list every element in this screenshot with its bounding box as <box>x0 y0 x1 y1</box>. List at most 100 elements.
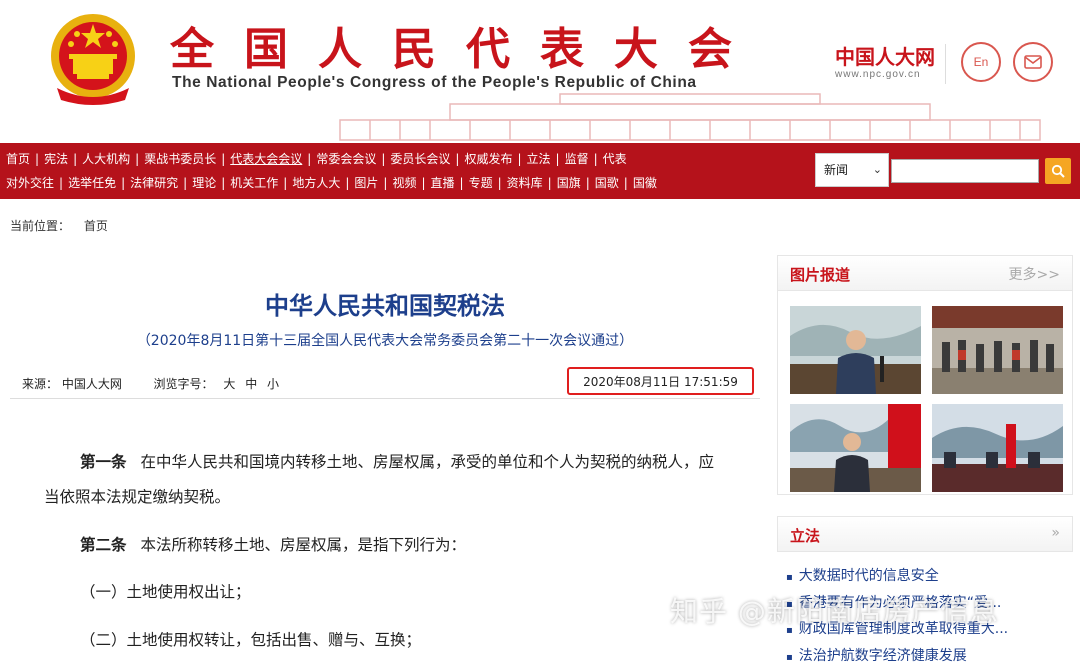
photo-report-header: 图片报道 更多>> <box>778 256 1072 291</box>
nav-separator: | <box>73 152 77 166</box>
nav-row-1: 首页 | 宪法 | 人大机构 | 栗战书委员长 | 代表大会会议 | 常委会会议 | 委员长会议 | 权威发… <box>6 151 627 167</box>
article-title: 中华人民共和国契税法 <box>0 286 770 321</box>
font-size-medium[interactable]: 中 <box>245 377 257 391</box>
nav-item[interactable]: 选举任免 <box>68 176 116 190</box>
great-hall-illustration <box>330 92 1050 142</box>
national-emblem-icon <box>47 10 139 106</box>
mail-button[interactable] <box>1013 42 1053 82</box>
nav-separator: | <box>460 176 464 190</box>
nav-separator: | <box>381 152 385 166</box>
news-list-item[interactable]: ▪ 大数据时代的信息安全 <box>786 564 1064 591</box>
npc-logo-text: 中国人大网 <box>835 46 935 68</box>
nav-item[interactable]: 视频 <box>392 176 416 190</box>
nav-item[interactable]: 栗战书委员长 <box>144 152 216 166</box>
nav-separator: | <box>586 176 590 190</box>
article-paragraph-3: （一）土地使用权出让； <box>80 575 760 610</box>
nav-item[interactable]: 资料库 <box>507 176 543 190</box>
english-version-button[interactable]: En <box>961 42 1001 82</box>
nav-item[interactable]: 立法 <box>527 152 551 166</box>
nav-separator: | <box>221 152 225 166</box>
breadcrumb: 当前位置： 首页 <box>10 217 108 234</box>
nav-item[interactable]: 图片 <box>354 176 378 190</box>
article-clause-1: 第一条 <box>80 452 127 471</box>
nav-separator: | <box>59 176 63 190</box>
font-size-large[interactable]: 大 <box>223 377 235 391</box>
nav-separator: | <box>283 176 287 190</box>
nav-item[interactable]: 国徽 <box>633 176 657 190</box>
nav-separator: | <box>556 152 560 166</box>
zhihu-watermark: 知乎 @新阳南店房产信息 <box>670 590 999 630</box>
nav-separator: | <box>498 176 502 190</box>
breadcrumb-home-link[interactable]: 首页 <box>84 219 108 233</box>
nav-item[interactable]: 专题 <box>469 176 493 190</box>
nav-item[interactable]: 国歌 <box>595 176 619 190</box>
nav-item[interactable]: 委员长会议 <box>390 152 450 166</box>
nav-item[interactable]: 直播 <box>431 176 455 190</box>
article-clause-2: 第二条 <box>80 535 127 554</box>
nav-item[interactable]: 宪法 <box>44 152 68 166</box>
legislation-title: 立法 <box>790 525 820 546</box>
nav-item[interactable]: 国旗 <box>557 176 581 190</box>
envelope-icon <box>1024 55 1042 69</box>
article-paragraph-1: 第一条在中华人民共和国境内转移土地、房屋权属，承受的单位和个人为契税的纳税人，应… <box>44 444 724 515</box>
news-photo-4[interactable] <box>932 404 1063 492</box>
search-area: 新闻 ⌄ <box>815 153 1075 189</box>
site-title-cn: 全国人民代表大会 <box>170 26 762 74</box>
news-photo-3[interactable] <box>790 404 921 492</box>
chevron-down-icon: ⌄ <box>873 154 882 186</box>
search-input[interactable] <box>891 159 1039 183</box>
legislation-panel: 立法 » <box>777 516 1073 552</box>
npc-logo-url: www.npc.gov.cn <box>835 69 935 80</box>
bullet-icon: ▪ <box>786 572 793 583</box>
nav-separator: | <box>594 152 598 166</box>
nav-separator: | <box>307 152 311 166</box>
news-photo-1[interactable] <box>790 306 921 394</box>
nav-item[interactable]: 理论 <box>192 176 216 190</box>
nav-separator: | <box>35 152 39 166</box>
article-paragraph-1-text: 在中华人民共和国境内转移土地、房屋权属，承受的单位和个人为契税的纳税人，应当依照… <box>44 453 714 506</box>
nav-item[interactable]: 对外交往 <box>6 176 54 190</box>
nav-item[interactable]: 机关工作 <box>230 176 278 190</box>
article-paragraph-2-text: 本法所称转移土地、房屋权属，是指下列行为： <box>141 536 467 554</box>
nav-item[interactable]: 人大机构 <box>82 152 130 166</box>
header-divider <box>945 44 946 84</box>
article-paragraph-4: （二）土地使用权转让，包括出售、赠与、互换； <box>80 623 760 658</box>
nav-separator: | <box>383 176 387 190</box>
legislation-more-link[interactable]: » <box>1051 525 1060 541</box>
article-subtitle: （2020年8月11日第十三届全国人民代表大会常务委员会第二十一次会议通过） <box>0 330 770 350</box>
nav-row-2: 对外交往 | 选举任免 | 法律研究 | 理论 | 机关工作 | 地方人大 | 图片 | 视频 | 直播 | 专题 |… <box>6 175 657 191</box>
legislation-header: 立法 » <box>778 517 1072 552</box>
search-category-select[interactable]: 新闻 ⌄ <box>815 153 889 187</box>
npc-logo-link[interactable]: 中国人大网 www.npc.gov.cn <box>835 46 935 80</box>
nav-item[interactable]: 权威发布 <box>464 152 512 166</box>
nav-item[interactable]: 常委会会议 <box>316 152 376 166</box>
nav-item[interactable]: 法律研究 <box>130 176 178 190</box>
nav-separator: | <box>517 152 521 166</box>
font-size-label: 浏览字号： <box>154 377 214 391</box>
breadcrumb-label: 当前位置： <box>10 219 70 233</box>
nav-separator: | <box>183 176 187 190</box>
nav-item[interactable]: 首页 <box>6 152 30 166</box>
nav-item[interactable]: 地方人大 <box>292 176 340 190</box>
font-size-small[interactable]: 小 <box>267 377 279 391</box>
nav-item[interactable]: 代表 <box>603 152 627 166</box>
search-category-value: 新闻 <box>824 163 848 177</box>
article-meta: 来源： 中国人大网 浏览字号： 大 中 小 <box>22 375 279 392</box>
nav-separator: | <box>455 152 459 166</box>
nav-separator: | <box>135 152 139 166</box>
site-title-en: The National People's Congress of the Pe… <box>172 74 697 92</box>
nav-item[interactable]: 代表大会会议 <box>230 152 302 166</box>
nav-separator: | <box>121 176 125 190</box>
news-list-item-label: 大数据时代的信息安全 <box>799 568 939 584</box>
nav-separator: | <box>624 176 628 190</box>
nav-separator: | <box>548 176 552 190</box>
site-header: 全国人民代表大会 The National People's Congress … <box>0 0 1080 143</box>
source-label: 来源： <box>22 377 58 391</box>
source-value: 中国人大网 <box>62 377 122 391</box>
nav-separator: | <box>345 176 349 190</box>
news-photo-2[interactable] <box>932 306 1063 394</box>
search-icon <box>1051 164 1065 178</box>
photo-more-link[interactable]: 更多>> <box>1009 264 1060 284</box>
search-button[interactable] <box>1045 158 1071 184</box>
nav-item[interactable]: 监督 <box>565 152 589 166</box>
